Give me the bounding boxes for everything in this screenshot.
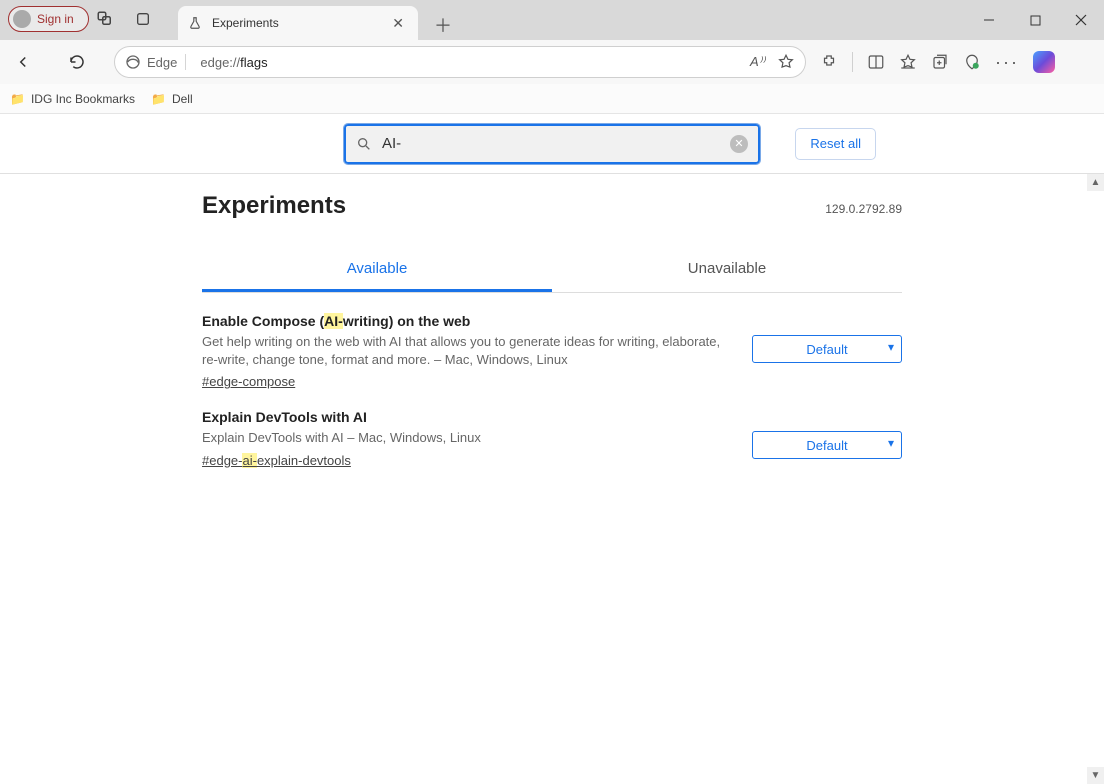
flag-title: Enable Compose (AI-writing) on the web (202, 313, 732, 329)
browser-toolbar: Edge edge://flags A⁾⁾ ··· (0, 40, 1104, 84)
maximize-button[interactable] (1012, 0, 1058, 40)
site-identity[interactable]: Edge (125, 54, 186, 70)
close-window-button[interactable] (1058, 0, 1104, 40)
minimize-button[interactable] (966, 0, 1012, 40)
scroll-down-button[interactable]: ▼ (1087, 767, 1104, 784)
workspaces-icon[interactable] (96, 10, 114, 28)
flag-state-select[interactable]: Default (752, 431, 902, 459)
title-bar: Sign in Experiments ✕ ＋ (0, 0, 1104, 40)
folder-icon: 📁 (151, 92, 166, 106)
flag-row: Explain DevTools with AI Explain DevTool… (202, 409, 902, 467)
flask-icon (188, 16, 202, 30)
tab-title: Experiments (212, 16, 378, 30)
flag-state-select[interactable]: Default (752, 335, 902, 363)
tab-available[interactable]: Available (202, 248, 552, 292)
settings-menu-icon[interactable]: ··· (995, 52, 1019, 73)
browser-tab[interactable]: Experiments ✕ (178, 6, 418, 40)
signin-button[interactable]: Sign in (8, 6, 89, 32)
toolbar-right: ··· (812, 51, 1063, 73)
version-label: 129.0.2792.89 (825, 202, 902, 216)
tab-unavailable[interactable]: Unavailable (552, 248, 902, 292)
reset-all-button[interactable]: Reset all (795, 128, 876, 160)
bookmarks-bar: 📁 IDG Inc Bookmarks 📁 Dell (0, 84, 1104, 114)
flags-search-row: ✕ Reset all (0, 114, 1104, 174)
favorites-icon[interactable] (899, 53, 917, 71)
browser-essentials-icon[interactable] (963, 53, 981, 71)
page-title: Experiments (202, 192, 346, 220)
bookmark-item[interactable]: 📁 Dell (151, 92, 193, 106)
refresh-button[interactable] (60, 45, 94, 79)
read-aloud-icon[interactable]: A⁾⁾ (750, 54, 765, 70)
bookmark-label: Dell (172, 92, 193, 106)
flags-tabstrip: Available Unavailable (202, 248, 902, 293)
split-screen-icon[interactable] (867, 53, 885, 71)
url-display: edge://flags (194, 55, 742, 70)
extensions-icon[interactable] (820, 53, 838, 71)
new-tab-button[interactable]: ＋ (428, 10, 458, 40)
copilot-icon[interactable] (1033, 51, 1055, 73)
search-icon (356, 136, 372, 152)
folder-icon: 📁 (10, 92, 25, 106)
flag-anchor-link[interactable]: #edge-compose (202, 374, 295, 389)
collections-icon[interactable] (931, 53, 949, 71)
avatar-icon (13, 10, 31, 28)
address-bar[interactable]: Edge edge://flags A⁾⁾ (114, 46, 806, 78)
flag-anchor-link[interactable]: #edge-ai-explain-devtools (202, 453, 351, 468)
page-content: ✕ Reset all Experiments 129.0.2792.89 Av… (0, 114, 1104, 784)
bookmark-item[interactable]: 📁 IDG Inc Bookmarks (10, 92, 135, 106)
flag-description: Get help writing on the web with AI that… (202, 333, 732, 369)
separator (852, 52, 853, 72)
signin-label: Sign in (37, 12, 74, 26)
flag-title: Explain DevTools with AI (202, 409, 732, 425)
favorite-icon[interactable] (777, 53, 795, 71)
edge-icon (125, 54, 141, 70)
flag-row: Enable Compose (AI-writing) on the web G… (202, 313, 902, 389)
tab-close-button[interactable]: ✕ (388, 15, 408, 32)
scroll-up-button[interactable]: ▲ (1087, 174, 1104, 191)
experiments-container: Experiments 129.0.2792.89 Available Unav… (202, 192, 902, 468)
flags-search-input[interactable] (382, 135, 720, 152)
titlebar-icons (96, 10, 152, 28)
clear-search-icon[interactable]: ✕ (730, 135, 748, 153)
bookmark-label: IDG Inc Bookmarks (31, 92, 135, 106)
engine-label: Edge (147, 55, 177, 70)
window-controls (966, 0, 1104, 40)
flags-search-box[interactable]: ✕ (344, 124, 760, 164)
flag-description: Explain DevTools with AI – Mac, Windows,… (202, 429, 732, 447)
back-button[interactable] (6, 45, 40, 79)
tab-actions-icon[interactable] (134, 10, 152, 28)
